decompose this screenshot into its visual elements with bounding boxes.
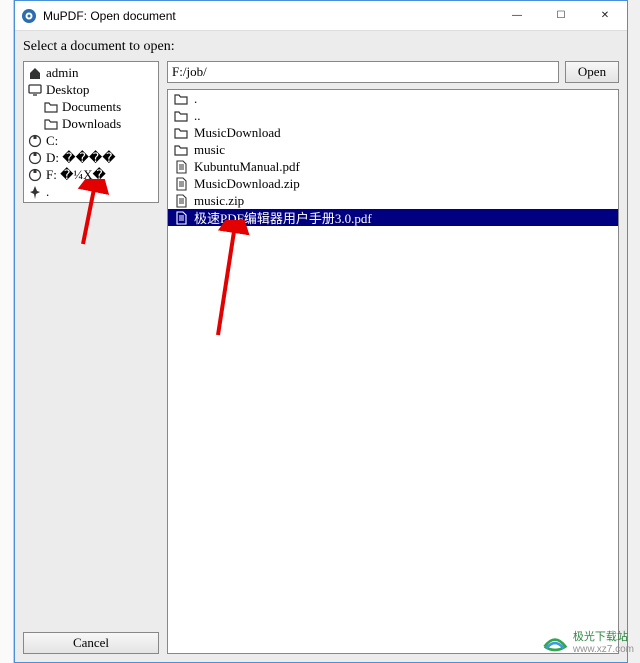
file-item[interactable]: music.zip xyxy=(168,192,618,209)
prompt-label: Select a document to open: xyxy=(23,35,619,61)
home-icon xyxy=(28,66,42,80)
file-item-label: MusicDownload.zip xyxy=(194,176,300,192)
file-item[interactable]: KubuntuManual.pdf xyxy=(168,158,618,175)
tree-item[interactable]: F: �¼X� xyxy=(24,166,158,183)
disk-icon xyxy=(28,151,42,165)
file-item-label: music xyxy=(194,142,225,158)
path-row: Open xyxy=(167,61,619,83)
file-item-label: music.zip xyxy=(194,193,244,209)
file-icon xyxy=(174,194,188,208)
folder-icon xyxy=(44,100,58,114)
close-button[interactable]: ✕ xyxy=(583,1,627,30)
file-item[interactable]: music xyxy=(168,141,618,158)
open-document-dialog: MuPDF: Open document — ☐ ✕ Select a docu… xyxy=(14,0,628,663)
file-list[interactable]: ...MusicDownloadmusicKubuntuManual.pdfMu… xyxy=(167,89,619,654)
tree-item-label: D: ���� xyxy=(46,150,116,166)
dialog-content: Select a document to open: adminDesktopD… xyxy=(15,31,627,662)
desktop-icon xyxy=(28,83,42,97)
disk-icon xyxy=(28,134,42,148)
folder-icon xyxy=(44,117,58,131)
tree-item[interactable]: Documents xyxy=(24,98,158,115)
tree-item-label: Desktop xyxy=(46,82,89,98)
spacer xyxy=(23,203,159,626)
open-button[interactable]: Open xyxy=(565,61,619,83)
cancel-button[interactable]: Cancel xyxy=(23,632,159,654)
path-input[interactable] xyxy=(167,61,559,83)
tree-item[interactable]: Downloads xyxy=(24,115,158,132)
file-item-label: .. xyxy=(194,108,201,124)
location-tree[interactable]: adminDesktopDocumentsDownloadsC:D: ����F… xyxy=(23,61,159,203)
app-icon xyxy=(21,8,37,24)
body-row: adminDesktopDocumentsDownloadsC:D: ����F… xyxy=(23,61,619,654)
tree-item-label: admin xyxy=(46,65,79,81)
file-item[interactable]: MusicDownload.zip xyxy=(168,175,618,192)
file-icon xyxy=(174,160,188,174)
titlebar[interactable]: MuPDF: Open document — ☐ ✕ xyxy=(15,1,627,31)
tree-item[interactable]: C: xyxy=(24,132,158,149)
file-icon xyxy=(174,211,188,225)
folder-icon xyxy=(174,92,188,106)
minimize-icon: — xyxy=(512,10,522,21)
file-item[interactable]: .. xyxy=(168,107,618,124)
watermark-name: 极光下载站 xyxy=(573,631,634,643)
tree-item-label: Downloads xyxy=(62,116,121,132)
left-pane: adminDesktopDocumentsDownloadsC:D: ����F… xyxy=(23,61,159,654)
minimize-button[interactable]: — xyxy=(495,1,539,30)
tree-item-label: C: xyxy=(46,133,58,149)
disk-icon xyxy=(28,168,42,182)
pin-icon xyxy=(28,185,42,199)
file-item[interactable]: MusicDownload xyxy=(168,124,618,141)
tree-item[interactable]: . xyxy=(24,183,158,200)
tree-item[interactable]: Desktop xyxy=(24,81,158,98)
file-item-label: KubuntuManual.pdf xyxy=(194,159,300,175)
window-controls: — ☐ ✕ xyxy=(495,1,627,30)
folder-icon xyxy=(174,109,188,123)
file-item-label: MusicDownload xyxy=(194,125,281,141)
tree-item-label: . xyxy=(46,184,49,200)
watermark-url: www.xz7.com xyxy=(573,644,634,655)
maximize-icon: ☐ xyxy=(557,10,566,21)
watermark-text: 极光下载站 www.xz7.com xyxy=(573,631,634,654)
tree-item-label: F: �¼X� xyxy=(46,167,106,183)
file-item[interactable]: 极速PDF编辑器用户手册3.0.pdf xyxy=(168,209,618,226)
file-item-label: . xyxy=(194,91,197,107)
close-icon: ✕ xyxy=(601,10,609,21)
tree-item[interactable]: D: ���� xyxy=(24,149,158,166)
background-sliver xyxy=(0,0,14,663)
window-title: MuPDF: Open document xyxy=(43,9,495,23)
maximize-button[interactable]: ☐ xyxy=(539,1,583,30)
file-item-label: 极速PDF编辑器用户手册3.0.pdf xyxy=(194,208,372,227)
watermark-logo-icon xyxy=(541,629,569,657)
right-pane: Open ...MusicDownloadmusicKubuntuManual.… xyxy=(167,61,619,654)
file-item[interactable]: . xyxy=(168,90,618,107)
folder-icon xyxy=(174,143,188,157)
folder-icon xyxy=(174,126,188,140)
tree-item[interactable]: admin xyxy=(24,64,158,81)
watermark: 极光下载站 www.xz7.com xyxy=(541,629,634,657)
file-icon xyxy=(174,177,188,191)
annotation-arrow xyxy=(213,220,253,340)
tree-item-label: Documents xyxy=(62,99,121,115)
